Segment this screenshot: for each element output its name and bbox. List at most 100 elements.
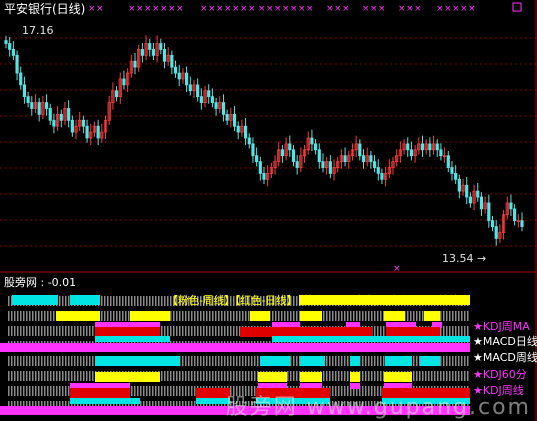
stripe-mark	[65, 371, 67, 381]
stripe-mark	[89, 356, 91, 366]
candle-body	[52, 119, 56, 127]
stripe-mark	[26, 356, 28, 366]
stripe-mark	[191, 356, 193, 366]
stripe-mark	[239, 356, 241, 366]
stripe-mark	[32, 386, 34, 396]
stripe-mark	[239, 371, 241, 381]
stripe-mark	[413, 356, 415, 366]
stripe-mark	[11, 356, 13, 366]
stripe-mark	[14, 326, 16, 336]
stripe-mark	[449, 356, 451, 366]
candle-body	[446, 155, 450, 168]
candle-body	[476, 190, 480, 198]
stripe-mark	[380, 311, 382, 321]
stripe-mark	[44, 311, 46, 321]
stripe-mark	[371, 371, 373, 381]
candle-body	[313, 143, 318, 151]
indicator-bar-yellow	[300, 372, 322, 382]
stripe-mark	[194, 326, 196, 336]
stripe-mark	[176, 371, 178, 381]
stripe-mark	[149, 386, 151, 396]
stripe-mark	[446, 311, 448, 321]
stripe-mark	[71, 326, 73, 336]
stripe-mark	[275, 311, 277, 321]
indicator-label-4: ★KDJ60分	[473, 368, 527, 381]
stripe-mark	[47, 326, 49, 336]
star-icon: ★	[473, 335, 483, 348]
stripe-mark	[8, 386, 10, 396]
stripe-mark	[26, 386, 28, 396]
signal-marker: ×	[306, 4, 314, 14]
stripe-mark	[62, 386, 64, 396]
stripe-mark	[128, 311, 130, 321]
stripe-mark	[32, 326, 34, 336]
candle-body	[439, 149, 443, 157]
candle-body	[317, 149, 321, 163]
stripe-mark	[368, 311, 370, 321]
stripe-mark	[191, 311, 193, 321]
candle-body	[159, 43, 163, 50]
stripe-mark	[209, 371, 211, 381]
stripe-mark	[185, 326, 187, 336]
stripe-mark	[53, 386, 55, 396]
stripe-mark	[65, 326, 67, 336]
stripe-mark	[182, 356, 184, 366]
stripe-mark	[29, 326, 31, 336]
stripe-mark	[221, 326, 223, 336]
stripe-mark	[368, 371, 370, 381]
stripe-mark	[431, 371, 433, 381]
candle-body	[177, 72, 181, 80]
stripe-mark	[377, 356, 379, 366]
candle-body	[67, 108, 71, 121]
candle-body	[465, 184, 469, 198]
candle-body	[170, 54, 174, 68]
stripe-mark	[197, 356, 199, 366]
stripe-mark	[458, 311, 460, 321]
signal-marker: ×	[248, 4, 256, 14]
stripe-mark	[104, 296, 106, 306]
stripe-mark	[8, 296, 10, 306]
stripe-mark	[374, 311, 376, 321]
stripe-mark	[461, 326, 463, 336]
stripe-mark	[452, 311, 454, 321]
stripe-mark	[194, 371, 196, 381]
low-price-label: 13.54 →	[442, 252, 487, 265]
stripe-mark	[242, 371, 244, 381]
signal-marker: ×	[460, 4, 468, 14]
stripe-mark	[53, 311, 55, 321]
stripe-mark	[374, 371, 376, 381]
stripe-mark	[335, 371, 337, 381]
stripe-mark	[206, 326, 208, 336]
stripe-mark	[182, 326, 184, 336]
candle-body	[258, 161, 262, 174]
stripe-mark	[173, 326, 175, 336]
candle-body	[199, 96, 203, 103]
stripe-mark	[149, 296, 151, 306]
stripe-mark	[62, 326, 64, 336]
stripe-mark	[188, 371, 190, 381]
stripe-mark	[86, 326, 88, 336]
candle-body	[479, 196, 484, 210]
candle-body	[214, 102, 218, 109]
stripe-mark	[68, 326, 70, 336]
stripe-mark	[14, 386, 16, 396]
stripe-mark	[326, 311, 328, 321]
indicator-bar-red	[240, 327, 372, 337]
stripe-mark	[200, 311, 202, 321]
candle-body	[44, 102, 49, 109]
signal-marker: ×	[393, 264, 401, 274]
stripe-mark	[203, 326, 205, 336]
stripe-mark	[182, 311, 184, 321]
stripe-mark	[83, 326, 85, 336]
stripe-mark	[11, 326, 13, 336]
stripe-mark	[467, 371, 469, 381]
candle-body	[184, 72, 189, 86]
stripe-mark	[206, 371, 208, 381]
stripe-mark	[161, 371, 163, 381]
indicator-bar-cyan	[420, 356, 440, 366]
stripe-mark	[221, 356, 223, 366]
stripe-mark	[440, 356, 442, 366]
stripe-mark	[329, 311, 331, 321]
stripe-mark	[155, 296, 157, 306]
stripe-mark	[443, 326, 445, 336]
